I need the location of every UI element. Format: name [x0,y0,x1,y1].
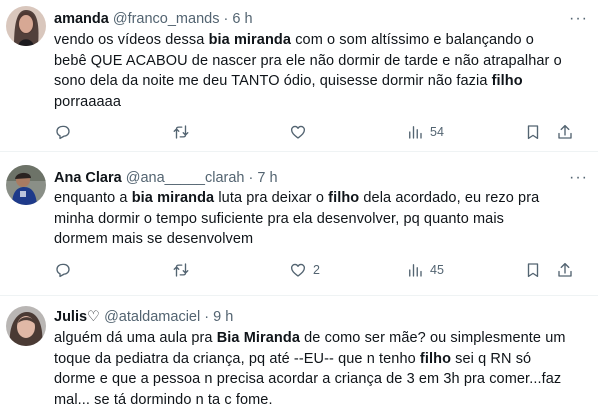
tweet-3[interactable]: Julis♡ @ataldamaciel · 9 h alguém dá uma… [0,296,598,410]
timestamp[interactable]: 7 h [257,170,277,186]
views-count: 45 [430,263,444,277]
reply-icon [56,125,70,140]
share-button[interactable] [556,260,574,280]
tweet-text: vendo os vídeos dessa bia miranda com o … [54,32,562,110]
more-options-icon[interactable]: ··· [569,11,588,27]
timestamp[interactable]: 9 h [213,309,233,325]
share-icon [558,262,572,277]
share-button[interactable] [556,122,574,142]
avatar-julis[interactable] [6,306,46,346]
retweet-icon [173,125,189,139]
reply-icon [56,263,70,278]
retweet-button[interactable] [172,122,196,142]
tweet-1[interactable]: amanda @franco_mands · 6 h ··· vendo os … [0,0,598,152]
avatar-ana-clara[interactable] [6,165,46,205]
like-count: 2 [313,263,320,277]
timestamp[interactable]: 6 h [232,11,252,27]
retweet-icon [173,263,189,277]
tweet-actions: 2 45 [54,260,574,280]
bookmark-icon [527,125,539,140]
like-button[interactable]: 2 [289,260,320,280]
user-name[interactable]: Julis♡ [54,309,100,325]
reply-button[interactable] [54,260,78,280]
bookmark-icon [527,263,539,278]
separator-dot: · [223,11,229,27]
user-handle[interactable]: @ana_____clarah [126,170,245,186]
user-name[interactable]: amanda [54,11,109,27]
views-button[interactable]: 54 [406,122,444,142]
share-icon [558,124,572,139]
bookmark-button[interactable] [524,260,542,280]
heart-icon [290,125,306,139]
avatar-amanda[interactable] [6,6,46,46]
like-button[interactable] [289,122,313,142]
views-chart-icon [409,126,422,139]
tweet-2[interactable]: Ana Clara @ana_____clarah · 7 h ··· enqu… [0,152,598,296]
views-button[interactable]: 45 [406,260,444,280]
tweet-actions: 54 [54,122,574,142]
more-options-icon[interactable]: ··· [569,170,588,186]
user-handle[interactable]: @franco_mands [113,11,220,27]
separator-dot: · [248,170,254,186]
user-name[interactable]: Ana Clara [54,170,122,186]
tweet-text: enquanto a bia miranda luta pra deixar o… [54,190,540,247]
retweet-button[interactable] [172,260,196,280]
user-handle[interactable]: @ataldamaciel [104,309,200,325]
bookmark-button[interactable] [524,122,542,142]
heart-icon [290,263,306,277]
separator-dot: · [204,309,210,325]
views-chart-icon [409,264,422,277]
reply-button[interactable] [54,122,78,142]
tweet-text: alguém dá uma aula pra Bia Miranda de co… [54,330,566,408]
